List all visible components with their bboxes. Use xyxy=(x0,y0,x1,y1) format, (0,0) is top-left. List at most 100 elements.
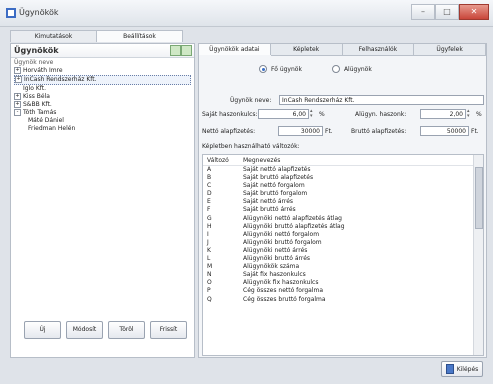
app-window: Ügynökök – □ ✕ Kimutatások Beállítások Ü… xyxy=(0,0,493,384)
tab-formulas[interactable]: Képletek xyxy=(270,44,343,56)
variable-code: D xyxy=(207,190,212,198)
variable-row[interactable]: D Saját bruttó forgalom xyxy=(203,190,473,198)
radio-label: Fő ügynök xyxy=(271,65,302,73)
variable-description: Saját bruttó alapfizetés xyxy=(243,174,314,182)
tree-item-sbb[interactable]: + S&BB Kft. xyxy=(14,101,191,109)
title-bar: Ügynökök – □ ✕ xyxy=(0,0,493,27)
tree-item-incash[interactable]: + InCash Rendszerház Kft. xyxy=(14,75,191,85)
col-variable: Változó xyxy=(207,157,229,164)
tree-item-iglo[interactable]: Iglo Kft. xyxy=(14,85,191,93)
variable-code: O xyxy=(207,279,212,287)
variable-code: H xyxy=(207,222,212,230)
variable-description: Alügynöki nettó alapfizetés átlag xyxy=(243,214,342,222)
variable-row[interactable]: P Cég összes nettó forgalma xyxy=(203,287,473,295)
variable-code: Q xyxy=(207,295,212,303)
exit-button[interactable]: Kilépés xyxy=(441,361,483,377)
variable-row[interactable]: O Alügynök fix haszonkulcs xyxy=(203,279,473,287)
variable-code: P xyxy=(207,287,211,295)
agents-panel-header: Ügynökök xyxy=(11,44,194,58)
variable-description: Saját nettó alapfizetés xyxy=(243,166,311,173)
tree-item-label: S&BB Kft. xyxy=(23,101,52,108)
tree-item-label: Friedman Helén xyxy=(28,125,76,132)
pct-unit: % xyxy=(476,111,482,118)
app-icon xyxy=(6,8,16,18)
tab-users[interactable]: Felhasználók xyxy=(342,44,415,56)
expand-all-icon[interactable] xyxy=(170,45,181,56)
expand-icon[interactable]: + xyxy=(14,93,21,100)
close-button[interactable]: ✕ xyxy=(459,4,489,20)
tree-item-horvath-imre[interactable]: + Horváth Imre xyxy=(14,67,191,75)
variable-row[interactable]: B Saját bruttó alapfizetés xyxy=(203,174,473,182)
variable-row[interactable]: K Alügynöki nettó árrés xyxy=(203,247,473,255)
radio-dot[interactable] xyxy=(331,65,340,73)
variable-description: Alügynöki bruttó forgalom xyxy=(243,238,322,246)
radio-sub-agent[interactable]: Alügynök xyxy=(331,65,372,73)
radio-main-agent[interactable]: Fő ügynök xyxy=(259,65,302,73)
variable-row[interactable]: F Saját bruttó árrés xyxy=(203,206,473,214)
variable-row[interactable]: M Alügynökök száma xyxy=(203,263,473,271)
own-share-spinner[interactable]: ▴ ▾ xyxy=(310,109,316,119)
variable-code: L xyxy=(207,255,211,263)
variable-code: J xyxy=(207,238,209,246)
agent-name-field[interactable]: InCash Rendszerház Kft. xyxy=(279,95,484,105)
tree-item-kiss-bela[interactable]: + Kiss Béla xyxy=(14,93,191,101)
variable-code: C xyxy=(207,182,212,190)
tree-item-label: Máté Dániel xyxy=(28,117,64,124)
sub-share-spinner[interactable]: ▴ ▾ xyxy=(467,109,473,119)
variable-row[interactable]: N Saját fix haszonkulcs xyxy=(203,271,473,279)
own-share-field[interactable]: 6,00 xyxy=(258,109,309,119)
variable-code: E xyxy=(207,198,211,206)
own-share-label: Saját haszonkulcs: xyxy=(202,111,258,118)
variable-row[interactable]: H Alügynöki bruttó alapfizetés átlag xyxy=(203,223,473,231)
variable-row[interactable]: L Alügynöki bruttó árrés xyxy=(203,255,473,263)
agent-details-panel: Ügynökök adatai Képletek Felhasználók Üg… xyxy=(198,43,487,358)
tree-item-friedman-helen[interactable]: Friedman Helén xyxy=(14,125,191,133)
variable-row[interactable]: G Alügynöki nettó alapfizetés átlag xyxy=(203,215,473,223)
tree-item-mate-daniel[interactable]: Máté Dániel xyxy=(14,117,191,125)
variable-description: Saját bruttó árrés xyxy=(243,206,296,214)
variable-description: Alügynöki nettó forgalom xyxy=(243,230,320,238)
variables-scrollbar[interactable] xyxy=(473,155,483,355)
refresh-button[interactable]: Frissít xyxy=(150,321,187,339)
variables-header: Változó Megnevezés xyxy=(203,155,473,166)
expand-icon[interactable]: + xyxy=(15,76,22,83)
net-salary-field[interactable]: 30000 xyxy=(278,126,323,136)
expand-icon[interactable]: + xyxy=(14,67,21,74)
tab-clients[interactable]: Ügyfelek xyxy=(414,44,486,56)
variable-description: Alügynök fix haszonkulcs xyxy=(243,279,319,287)
variable-row[interactable]: I Alügynöki nettó forgalom xyxy=(203,231,473,239)
exit-door-icon xyxy=(445,364,454,374)
agent-tree: Ügynök neve + Horváth Imre + InCash Rendsz… xyxy=(14,59,191,133)
tree-item-label: Kiss Béla xyxy=(23,93,50,100)
tab-beallitasok[interactable]: Beállítások xyxy=(96,30,183,42)
variable-description: Alügynökök száma xyxy=(243,263,300,271)
variable-row[interactable]: J Alügynöki bruttó forgalom xyxy=(203,239,473,247)
gross-salary-field[interactable]: 50000 xyxy=(420,126,469,136)
variable-row[interactable]: A Saját nettó alapfizetés xyxy=(203,166,473,174)
tree-item-label: Iglo Kft. xyxy=(23,85,47,92)
agents-panel: Ügynökök Ügynök neve + Horváth Imre + InCa… xyxy=(10,43,195,358)
sub-share-field[interactable]: 2,00 xyxy=(420,109,466,119)
new-button[interactable]: Új xyxy=(24,321,61,339)
variable-description: Alügynöki bruttó alapfizetés átlag xyxy=(243,222,345,230)
tab-kimutatasok[interactable]: Kimutatások xyxy=(10,30,97,42)
agent-type-radios: Fő ügynök Alügynök xyxy=(259,65,372,73)
minimize-button[interactable]: – xyxy=(411,4,435,20)
exit-label: Kilépés xyxy=(456,365,479,373)
maximize-button[interactable]: □ xyxy=(435,4,459,20)
radio-label: Alügynök xyxy=(343,65,372,73)
variable-row[interactable]: Q Cég összes bruttó forgalma xyxy=(203,296,473,304)
tree-item-toth-tamas[interactable]: - Tóth Tamás xyxy=(14,109,191,117)
radio-dot[interactable] xyxy=(259,65,267,73)
tab-agent-data[interactable]: Ügynökök adatai xyxy=(199,44,271,55)
pct-unit: % xyxy=(319,111,325,118)
collapse-all-icon[interactable] xyxy=(181,45,192,56)
collapse-icon[interactable]: - xyxy=(14,109,21,116)
delete-button[interactable]: Töröl xyxy=(108,321,145,339)
edit-button[interactable]: Módosít xyxy=(66,321,103,339)
variable-row[interactable]: E Saját nettó árrés xyxy=(203,198,473,206)
scroll-thumb[interactable] xyxy=(475,167,483,229)
variables-list: Változó Megnevezés A Saját nettó alapfize… xyxy=(202,154,484,356)
variable-row[interactable]: C Saját nettó forgalom xyxy=(203,182,473,190)
expand-icon[interactable]: + xyxy=(14,101,21,108)
